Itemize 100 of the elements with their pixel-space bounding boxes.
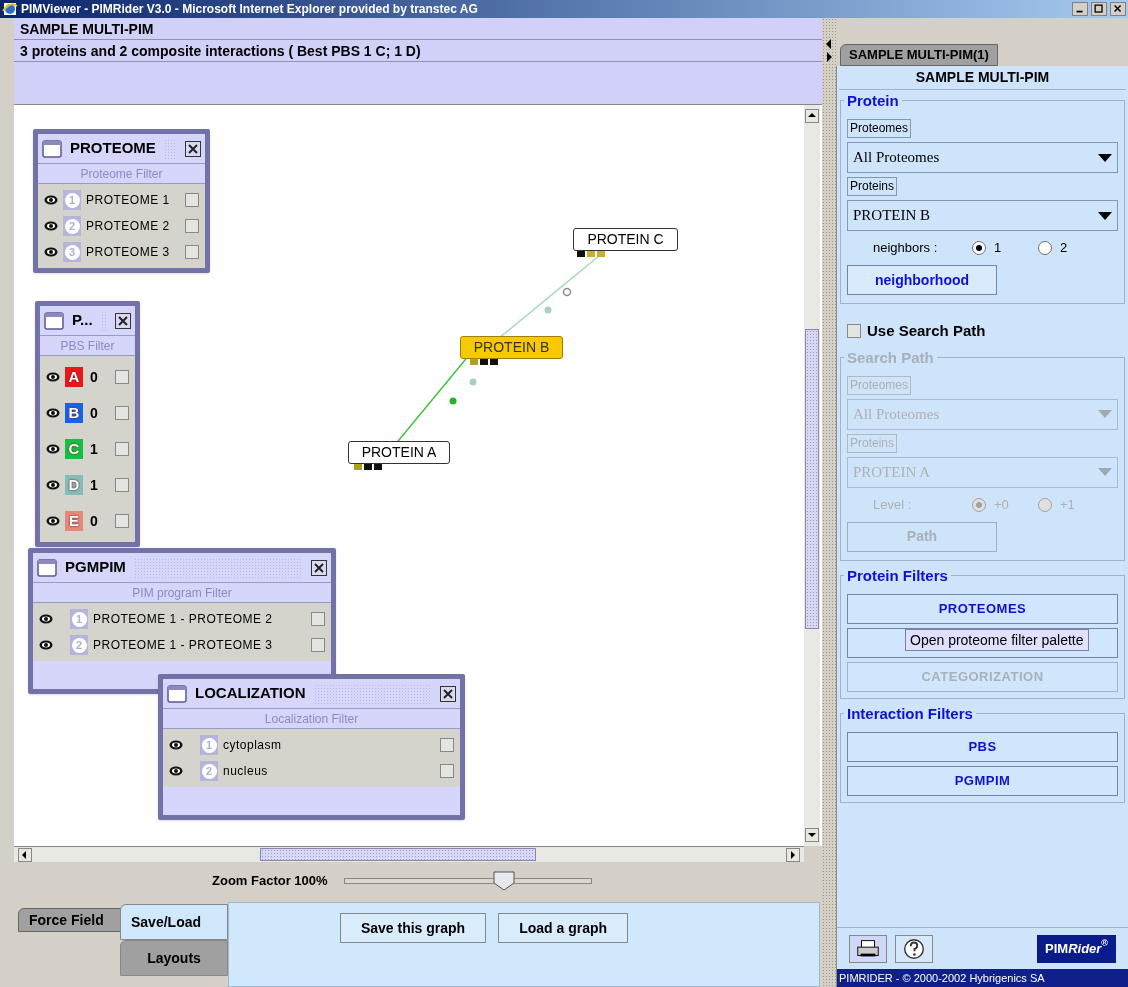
dropdown[interactable]: PROTEIN B	[847, 200, 1118, 231]
filter-item-label: cytoplasm	[223, 737, 282, 754]
checkbox[interactable]	[115, 406, 129, 420]
tooltip: Open proteome filter palette	[905, 628, 1089, 651]
checkbox[interactable]	[311, 612, 325, 626]
checkbox[interactable]	[115, 370, 129, 384]
field-label: Proteomes	[847, 375, 912, 395]
field-label: Proteins	[847, 177, 898, 196]
eye-icon[interactable]	[46, 516, 60, 526]
palette-title: LOCALIZATION	[195, 683, 306, 704]
eye-icon[interactable]	[46, 480, 60, 490]
tab[interactable]: Layouts	[120, 940, 228, 976]
tab[interactable]: Save/Load	[120, 904, 228, 940]
filter-item-label: 0	[90, 403, 98, 423]
slider-thumb[interactable]	[492, 871, 515, 891]
filter-button[interactable]: PROTEOMES	[847, 593, 1118, 624]
tab[interactable]: Force Field	[18, 908, 122, 932]
dropdown[interactable]: All Proteomes	[847, 142, 1118, 173]
eye-icon[interactable]	[39, 614, 53, 624]
filter-item-label: 0	[90, 367, 98, 387]
eye-icon[interactable]	[46, 372, 60, 382]
help-icon[interactable]	[895, 934, 933, 963]
filter-button[interactable]: PGMPIM	[847, 765, 1118, 796]
filter-label: PIM program Filter	[33, 583, 331, 603]
protein-node[interactable]: PROTEIN C	[573, 228, 678, 251]
zoom-label: Zoom Factor 100%	[212, 872, 328, 891]
number-badge: 1	[200, 735, 218, 755]
zoom-slider[interactable]	[343, 871, 592, 891]
radio-button[interactable]	[972, 241, 986, 255]
filter-item-label: PROTEOME 3	[86, 244, 170, 261]
eye-icon[interactable]	[169, 740, 183, 750]
pbs-badge: E	[65, 511, 83, 531]
palette-title: P...	[72, 310, 93, 331]
pbs-badge: C	[65, 439, 83, 459]
close-icon[interactable]	[1110, 2, 1126, 16]
radio-button[interactable]	[1038, 241, 1052, 255]
window-title: PIMViewer - PIMRider V3.0 - Microsoft Internet Explorer provided by transtec AG	[21, 1, 479, 18]
horizontal-scrollbar[interactable]	[14, 846, 804, 862]
filter-item-label: PROTEOME 1	[86, 192, 170, 209]
eye-icon[interactable]	[169, 766, 183, 776]
browser-icon	[2, 1, 18, 17]
window-icon	[44, 311, 64, 330]
action-button[interactable]: Load a graph	[498, 913, 629, 943]
checkbox[interactable]	[847, 324, 861, 339]
number-badge: 2	[63, 216, 81, 236]
dropdown-arrow-icon[interactable]	[1098, 211, 1112, 220]
eye-icon[interactable]	[39, 640, 53, 650]
eye-icon[interactable]	[44, 221, 58, 231]
action-button[interactable]: Save this graph	[339, 913, 487, 943]
dropdown-arrow-icon[interactable]	[1098, 153, 1112, 162]
filter-item-label: nucleus	[223, 763, 268, 780]
filter-item-label: PROTEOME 1 - PROTEOME 2	[93, 611, 273, 628]
number-badge: 3	[63, 242, 81, 262]
action-button[interactable]: neighborhood	[847, 265, 997, 295]
filter-label: PBS Filter	[40, 336, 135, 356]
filter-item-label: PROTEOME 2	[86, 218, 170, 235]
protein-node[interactable]: PROTEIN A	[348, 441, 450, 464]
checkbox[interactable]	[185, 245, 199, 259]
filter-item-label: 0	[90, 511, 98, 531]
close-icon[interactable]	[440, 685, 456, 702]
filter-label: Proteome Filter	[38, 164, 205, 184]
collapse-arrows-icon[interactable]	[825, 38, 833, 64]
eye-icon[interactable]	[46, 444, 60, 454]
eye-icon[interactable]	[44, 247, 58, 257]
tab[interactable]: SAMPLE MULTI-PIM(1)	[840, 44, 998, 66]
option-label: neighbors :	[872, 239, 939, 258]
protein-node[interactable]: PROTEIN B	[460, 336, 563, 359]
minimize-icon[interactable]	[1072, 2, 1088, 16]
status-bar: PIMRIDER - © 2000-2002 Hybrigenics SA	[837, 969, 1128, 987]
close-icon[interactable]	[115, 312, 131, 329]
number-badge: 1	[70, 609, 88, 629]
palette-title: PROTEOME	[70, 138, 156, 159]
number-badge: 2	[70, 635, 88, 655]
pbs-badge: D	[65, 475, 83, 495]
checkbox[interactable]	[311, 638, 325, 652]
field-label: Proteomes	[847, 119, 912, 138]
vertical-scrollbar[interactable]	[804, 105, 820, 846]
close-icon[interactable]	[185, 140, 201, 157]
checkbox[interactable]	[440, 764, 454, 778]
radio-label: 2	[1060, 239, 1068, 258]
checkbox[interactable]	[185, 193, 199, 207]
maximize-icon[interactable]	[1091, 2, 1107, 16]
filter-button[interactable]: PBS	[847, 731, 1118, 762]
eye-icon[interactable]	[46, 408, 60, 418]
logo: PIMRider®	[1037, 934, 1116, 963]
filter-label: Localization Filter	[163, 709, 460, 729]
checkbox[interactable]	[185, 219, 199, 233]
close-icon[interactable]	[311, 559, 327, 576]
checkbox[interactable]	[115, 442, 129, 456]
checkbox-label: Use Search Path	[867, 321, 986, 341]
checkbox[interactable]	[115, 514, 129, 528]
pbs-badge: A	[65, 367, 83, 387]
print-icon[interactable]	[849, 934, 887, 963]
pbs-badge: B	[65, 403, 83, 423]
filter-item-label: 1	[90, 439, 98, 459]
eye-icon[interactable]	[44, 195, 58, 205]
checkbox[interactable]	[115, 478, 129, 492]
radio-label: +0	[994, 495, 1009, 514]
checkbox[interactable]	[440, 738, 454, 752]
field-label: Proteins	[847, 433, 898, 453]
